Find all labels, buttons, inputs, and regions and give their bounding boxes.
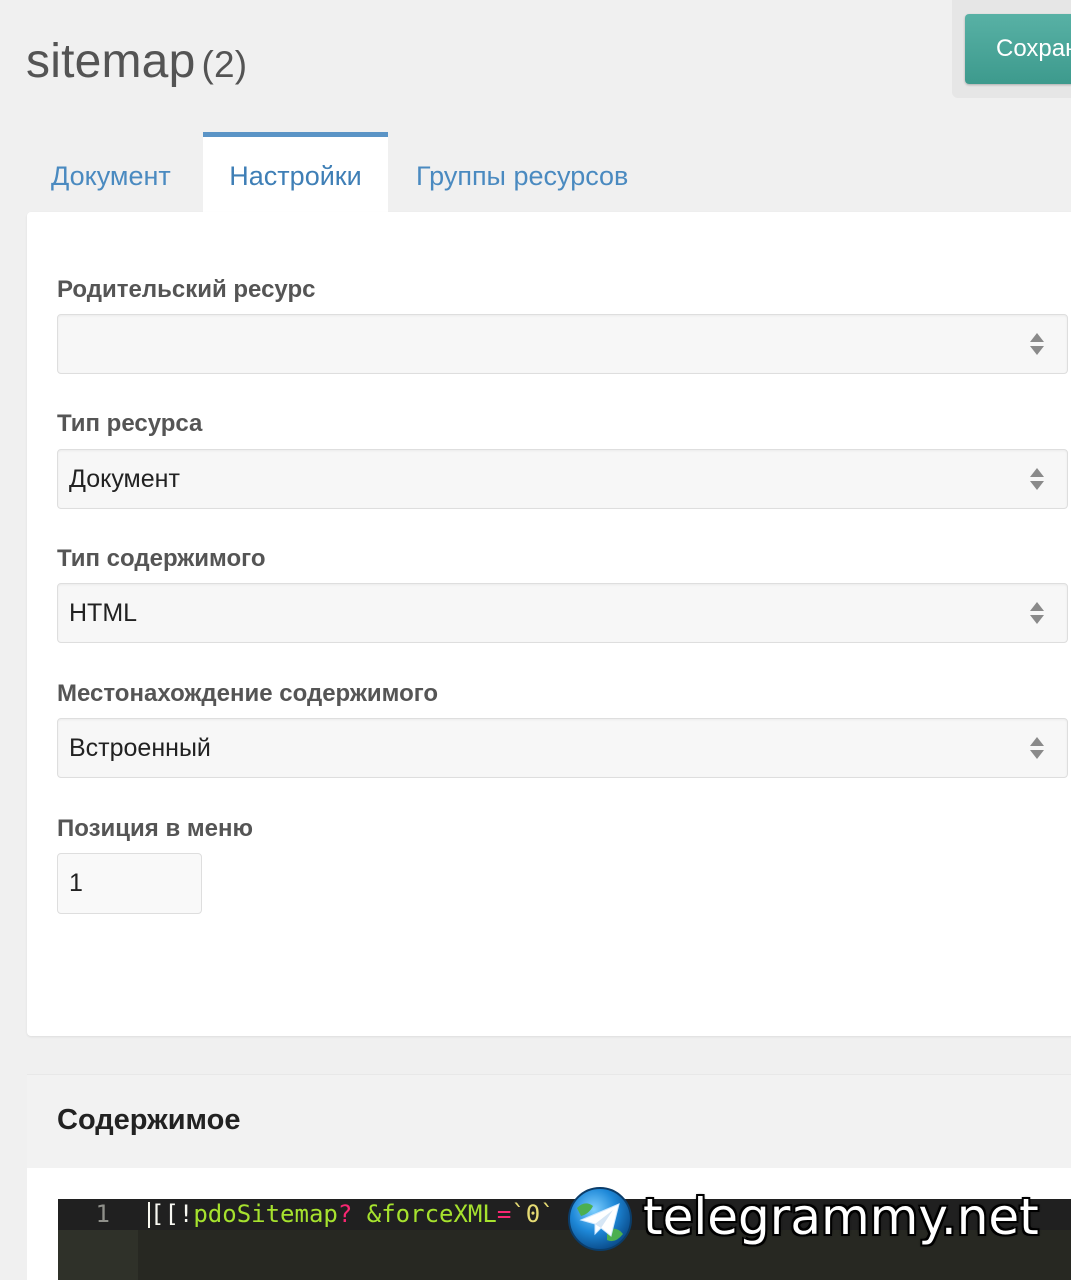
content-location-select[interactable]: Встроенный (57, 718, 1068, 778)
code-token-snippet: pdoSitemap (193, 1200, 338, 1228)
code-token-equals: = (496, 1200, 512, 1228)
content-type-select[interactable]: HTML (57, 583, 1068, 643)
menu-position-input[interactable]: 1 (57, 853, 202, 914)
resource-type-select[interactable]: Документ (57, 449, 1068, 509)
code-token-param: &forceXML (366, 1200, 497, 1228)
line-number: 1 (95, 1200, 110, 1228)
code-token-value: `0` (511, 1200, 555, 1228)
code-token-open: [[! (150, 1200, 194, 1228)
content-location-label: Местонахождение содержимого (57, 680, 439, 707)
page: sitemap(2) Сохранить Документ Настройки … (0, 0, 1071, 1280)
parent-resource-select[interactable] (57, 314, 1068, 374)
resource-type-label: Тип ресурса (57, 410, 203, 437)
parent-resource-label: Родительский ресурс (57, 276, 316, 303)
code-token-question: ? (337, 1200, 353, 1228)
resource-type-value: Документ (69, 465, 180, 493)
tab-resource-groups[interactable]: Группы ресурсов (416, 132, 628, 212)
sort-arrows-icon (1030, 602, 1044, 624)
sort-arrows-icon (1030, 468, 1044, 490)
watermark: telegrammy.net (567, 1186, 1067, 1256)
page-title: sitemap (2) (26, 34, 247, 89)
tab-settings[interactable]: Настройки (203, 132, 388, 212)
tab-document[interactable]: Документ (51, 132, 171, 212)
watermark-text: telegrammy.net (643, 1188, 1039, 1246)
resource-id: (2) (201, 44, 248, 85)
save-button[interactable]: Сохранить (965, 14, 1071, 84)
content-heading: Содержимое (57, 1104, 241, 1136)
content-type-label: Тип содержимого (57, 545, 266, 572)
sort-arrows-icon (1030, 737, 1044, 759)
content-type-value: HTML (69, 599, 138, 627)
sort-arrows-icon (1030, 333, 1044, 355)
menu-position-label: Позиция в меню (57, 815, 253, 842)
resource-title: sitemap (26, 35, 196, 88)
menu-position-value: 1 (69, 869, 83, 897)
telegram-globe-icon (568, 1187, 632, 1251)
content-location-value: Встроенный (69, 734, 211, 762)
